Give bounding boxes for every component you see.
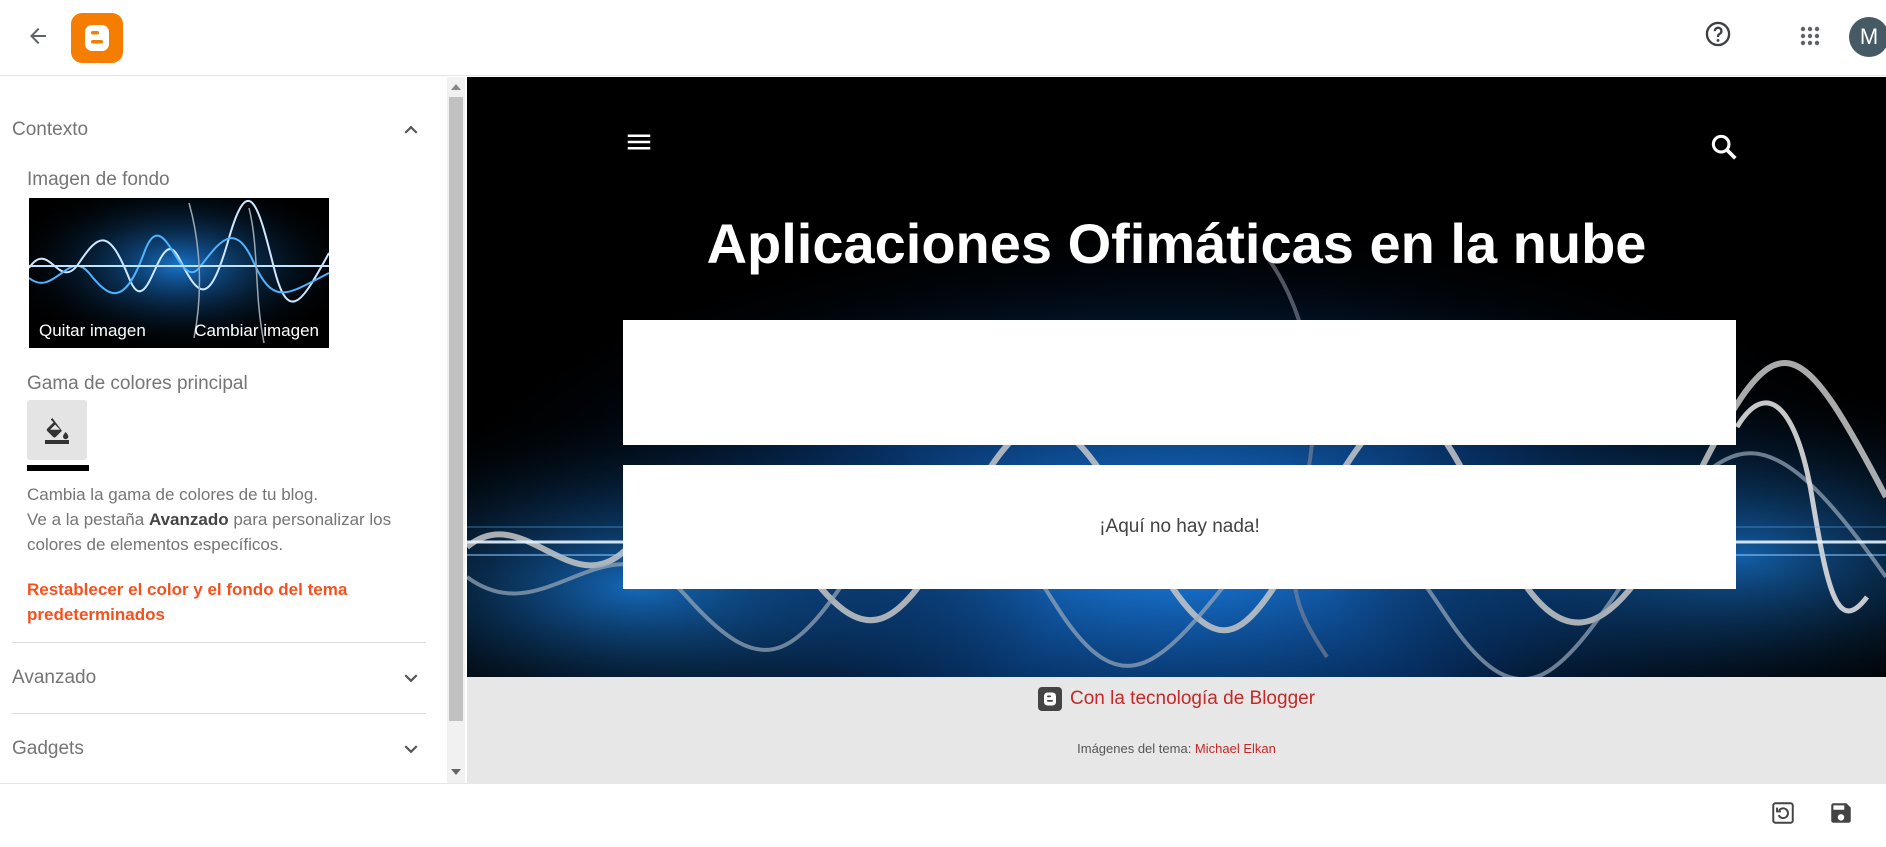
- section-context-header[interactable]: Contexto: [0, 95, 428, 165]
- empty-posts-message: ¡Aquí no hay nada!: [1099, 516, 1260, 537]
- chevron-down-icon: [404, 674, 418, 683]
- section-context-label: Contexto: [12, 119, 89, 140]
- scroll-down-arrow-icon[interactable]: [451, 769, 461, 775]
- help-icon[interactable]: [1698, 14, 1738, 54]
- top-bar: M: [0, 0, 1886, 76]
- main-palette-label: Gama de colores principal: [27, 373, 248, 394]
- reset-theme-colors-link[interactable]: Restablecer el color y el fondo del tema…: [27, 577, 417, 627]
- avatar[interactable]: M: [1849, 17, 1886, 57]
- blog-preview: Aplicaciones Ofimáticas en la nube ¡Aquí…: [467, 77, 1886, 783]
- blog-title[interactable]: Aplicaciones Ofimáticas en la nube: [467, 211, 1886, 276]
- section-gadgets-label: Gadgets: [12, 738, 84, 759]
- settings-scrollbar[interactable]: [447, 77, 465, 783]
- help-line-1: Cambia la gama de colores de tu blog.: [27, 485, 319, 504]
- credit-prefix: Imágenes del tema:: [1077, 741, 1195, 756]
- help-line-2-prefix: Ve a la pestaña: [27, 510, 149, 529]
- palette-help-text: Cambia la gama de colores de tu blog. Ve…: [27, 482, 427, 557]
- credit-author-link[interactable]: Michael Elkan: [1195, 741, 1276, 756]
- save-icon[interactable]: [1824, 796, 1858, 830]
- chevron-up-icon: [404, 125, 418, 134]
- apps-grid-icon[interactable]: [1790, 16, 1830, 56]
- blog-footer: Con la tecnología de Blogger Imágenes de…: [467, 677, 1886, 783]
- search-icon[interactable]: [1707, 130, 1741, 164]
- bottom-bar: [0, 783, 1886, 847]
- scroll-up-arrow-icon[interactable]: [451, 84, 461, 90]
- revert-icon[interactable]: [1766, 796, 1800, 830]
- background-image-label: Imagen de fondo: [27, 169, 170, 190]
- paint-bucket-icon: [45, 418, 69, 444]
- section-advanced-header[interactable]: Avanzado: [0, 643, 428, 713]
- powered-by-label: Con la tecnología de Blogger: [1069, 688, 1316, 709]
- blogger-small-icon: [1037, 687, 1062, 711]
- back-arrow-icon[interactable]: [18, 16, 58, 56]
- blogger-logo[interactable]: [71, 13, 123, 63]
- scroll-thumb[interactable]: [449, 97, 463, 721]
- theme-images-credit: Imágenes del tema: Michael Elkan: [467, 741, 1886, 756]
- chevron-down-icon: [404, 745, 418, 754]
- section-advanced-label: Avanzado: [12, 667, 97, 688]
- background-image-thumbnail: Quitar imagen Cambiar imagen: [29, 198, 329, 348]
- theme-settings-panel: Contexto Imagen de fondo Quitar imagen C…: [0, 77, 447, 783]
- remove-image-link[interactable]: Quitar imagen: [39, 321, 146, 341]
- hamburger-menu-icon[interactable]: [624, 127, 654, 157]
- posts-box: ¡Aquí no hay nada!: [623, 465, 1736, 589]
- selected-palette-swatch: [27, 465, 89, 471]
- color-palette-button[interactable]: [27, 400, 87, 460]
- help-advanced-tab-name: Avanzado: [148, 510, 229, 529]
- header-gadget-box: [623, 320, 1736, 445]
- powered-by-blogger-link[interactable]: Con la tecnología de Blogger: [467, 687, 1886, 711]
- change-image-link[interactable]: Cambiar imagen: [194, 321, 319, 341]
- section-gadgets-header[interactable]: Gadgets: [0, 714, 428, 783]
